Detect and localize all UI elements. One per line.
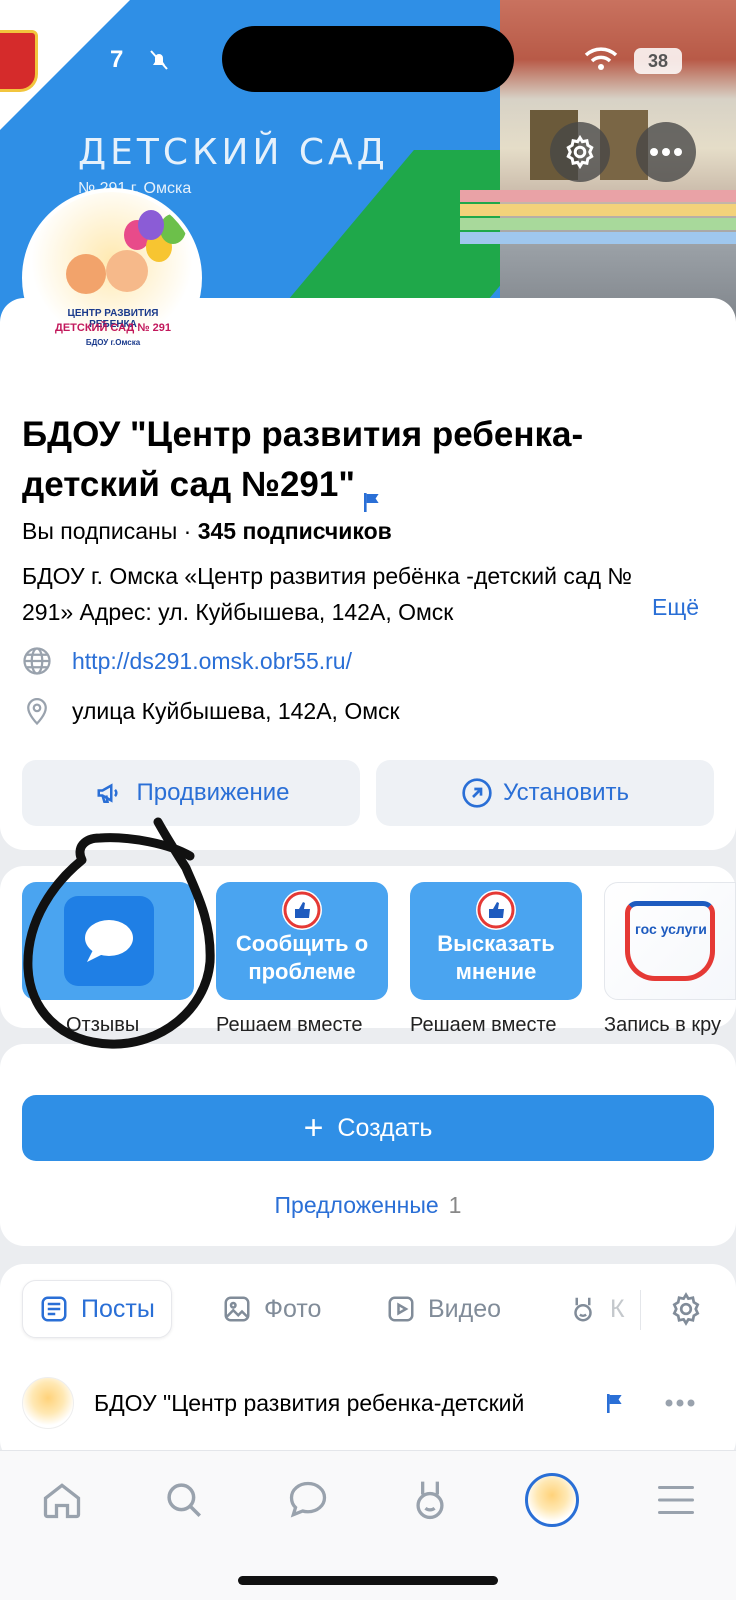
settings-button[interactable] [550,122,610,182]
nav-messages[interactable] [278,1470,338,1530]
subscribers-count[interactable]: 345 подписчиков [198,518,392,544]
rainbow-step [460,190,736,202]
wifi-icon [584,47,618,70]
create-post-button[interactable]: + Создать [22,1095,714,1161]
nav-profile[interactable] [522,1470,582,1530]
post-author-name[interactable]: БДОУ "Центр развития ребенка-детский [94,1390,594,1417]
home-icon [43,1483,81,1519]
verified-flag-icon [363,477,381,512]
mute-bell-icon [150,50,168,70]
tab-clips-label: К [610,1294,625,1323]
report-problem-caption: Сообщить о проблеме [235,931,369,984]
hamburger-menu-icon [658,1486,694,1514]
posts-icon [41,1296,67,1322]
tab-posts[interactable]: Посты [22,1280,172,1338]
suggested-posts-link[interactable]: Предложенные 1 [0,1192,736,1219]
tab-photo-label: Фото [264,1294,322,1323]
battery-indicator: 38 [634,48,682,74]
clips-icon [416,1481,444,1520]
gosuslugi-app-label[interactable]: Запись в кру [604,1014,736,1037]
more-options-button[interactable] [636,122,696,182]
tab-video-label: Видео [428,1294,502,1323]
tab-posts-label: Посты [81,1294,155,1323]
profile-avatar [525,1473,579,1527]
tabs-settings-button[interactable] [668,1280,716,1338]
promote-label: Продвижение [136,779,290,806]
subscription-info: Вы подписаны · 345 подписчиков [22,518,392,545]
rainbow-step [460,204,736,216]
report-problem-app-tile[interactable]: Сообщить о проблеме [216,882,388,1000]
home-indicator [238,1576,498,1585]
tab-photo[interactable]: Фото [222,1280,321,1338]
more-dots-icon [650,148,682,156]
child-face [106,250,148,292]
rainbow-step [460,218,736,230]
balloon [160,214,186,244]
post-author-avatar[interactable] [22,1377,74,1429]
address-text: улица Куйбышева, 142А, Омск [72,697,400,724]
reviews-app-label[interactable]: Отзывы [66,1014,139,1037]
tab-video[interactable]: Видео [386,1280,501,1338]
install-label: Установить [503,779,629,806]
community-description: БДОУ г. Омска «Центр развития ребёнка -д… [22,563,633,625]
globe-icon [23,647,51,675]
report-problem-app-label[interactable]: Решаем вместе [216,1014,363,1037]
community-avatar[interactable]: ЦЕНТР РАЗВИТИЯ РЕБЕНКА ДЕТСКИЙ САД № 291… [22,188,202,368]
status-time: 7 [110,46,124,73]
address-row[interactable]: улица Куйбышева, 142А, Омск [22,694,400,728]
suggested-label: Предложенные [274,1192,439,1218]
tab-clips[interactable]: К [568,1280,638,1338]
gosuslugi-logo-icon [625,901,715,981]
nav-clips[interactable] [400,1470,460,1530]
nav-search[interactable] [154,1470,214,1530]
nav-home[interactable] [32,1470,92,1530]
dynamic-island [222,26,514,92]
gosuslugi-caption: гос услуги [635,921,707,937]
gear-icon [566,134,594,170]
avatar-line3: БДОУ г.Омска [85,338,141,347]
website-row[interactable]: http://ds291.omsk.obr55.ru/ [22,644,352,678]
video-icon [388,1296,414,1322]
cover-title: ДЕТСКИЙ САД [78,132,389,173]
install-button[interactable]: Установить [376,760,714,826]
promote-button[interactable]: Продвижение [22,760,360,826]
description-more-link[interactable]: Ещё [638,594,700,621]
message-bubble-icon [289,1481,327,1518]
community-name-text: БДОУ "Центр развития ребенка-детский сад… [22,415,584,504]
photo-icon [224,1296,250,1322]
avatar-line2: ДЕТСКИЙ САД № 291 [54,322,171,334]
community-name: БДОУ "Центр развития ребенка-детский сад… [22,410,702,512]
tabs-divider [640,1290,641,1330]
create-label: Создать [337,1113,433,1142]
suggested-count: 1 [448,1192,462,1218]
give-opinion-app-label[interactable]: Решаем вместе [410,1014,557,1037]
nav-menu[interactable] [646,1470,706,1530]
reviews-app-icon [64,896,154,986]
post-header[interactable]: БДОУ "Центр развития ребенка-детский [22,1375,722,1431]
reviews-app-tile[interactable] [22,882,194,1000]
child-face [66,254,106,294]
give-opinion-caption: Высказать мнение [437,931,555,984]
thumbs-up-badge-icon [282,890,322,930]
subscribed-status: Вы подписаны · [22,518,198,544]
search-icon [167,1483,201,1517]
verified-flag-icon [607,1394,622,1413]
thumbs-up-badge-icon [476,890,516,930]
arrow-circle-icon [462,778,492,808]
balloon [138,210,164,240]
speech-bubble-icon [85,920,133,962]
rainbow-step [460,232,736,244]
website-link[interactable]: http://ds291.omsk.obr55.ru/ [72,648,352,675]
gosuslugi-app-tile[interactable]: гос услуги [604,882,736,1000]
give-opinion-app-tile[interactable]: Высказать мнение [410,882,582,1000]
more-dots-icon[interactable] [664,1398,696,1408]
megaphone-icon [97,783,118,803]
plus-icon: + [303,1109,324,1147]
gear-icon [672,1292,700,1326]
clips-icon [574,1297,592,1322]
omsk-crest-icon [0,30,38,92]
cover-building-photo [460,0,736,330]
location-pin-icon [27,698,47,726]
